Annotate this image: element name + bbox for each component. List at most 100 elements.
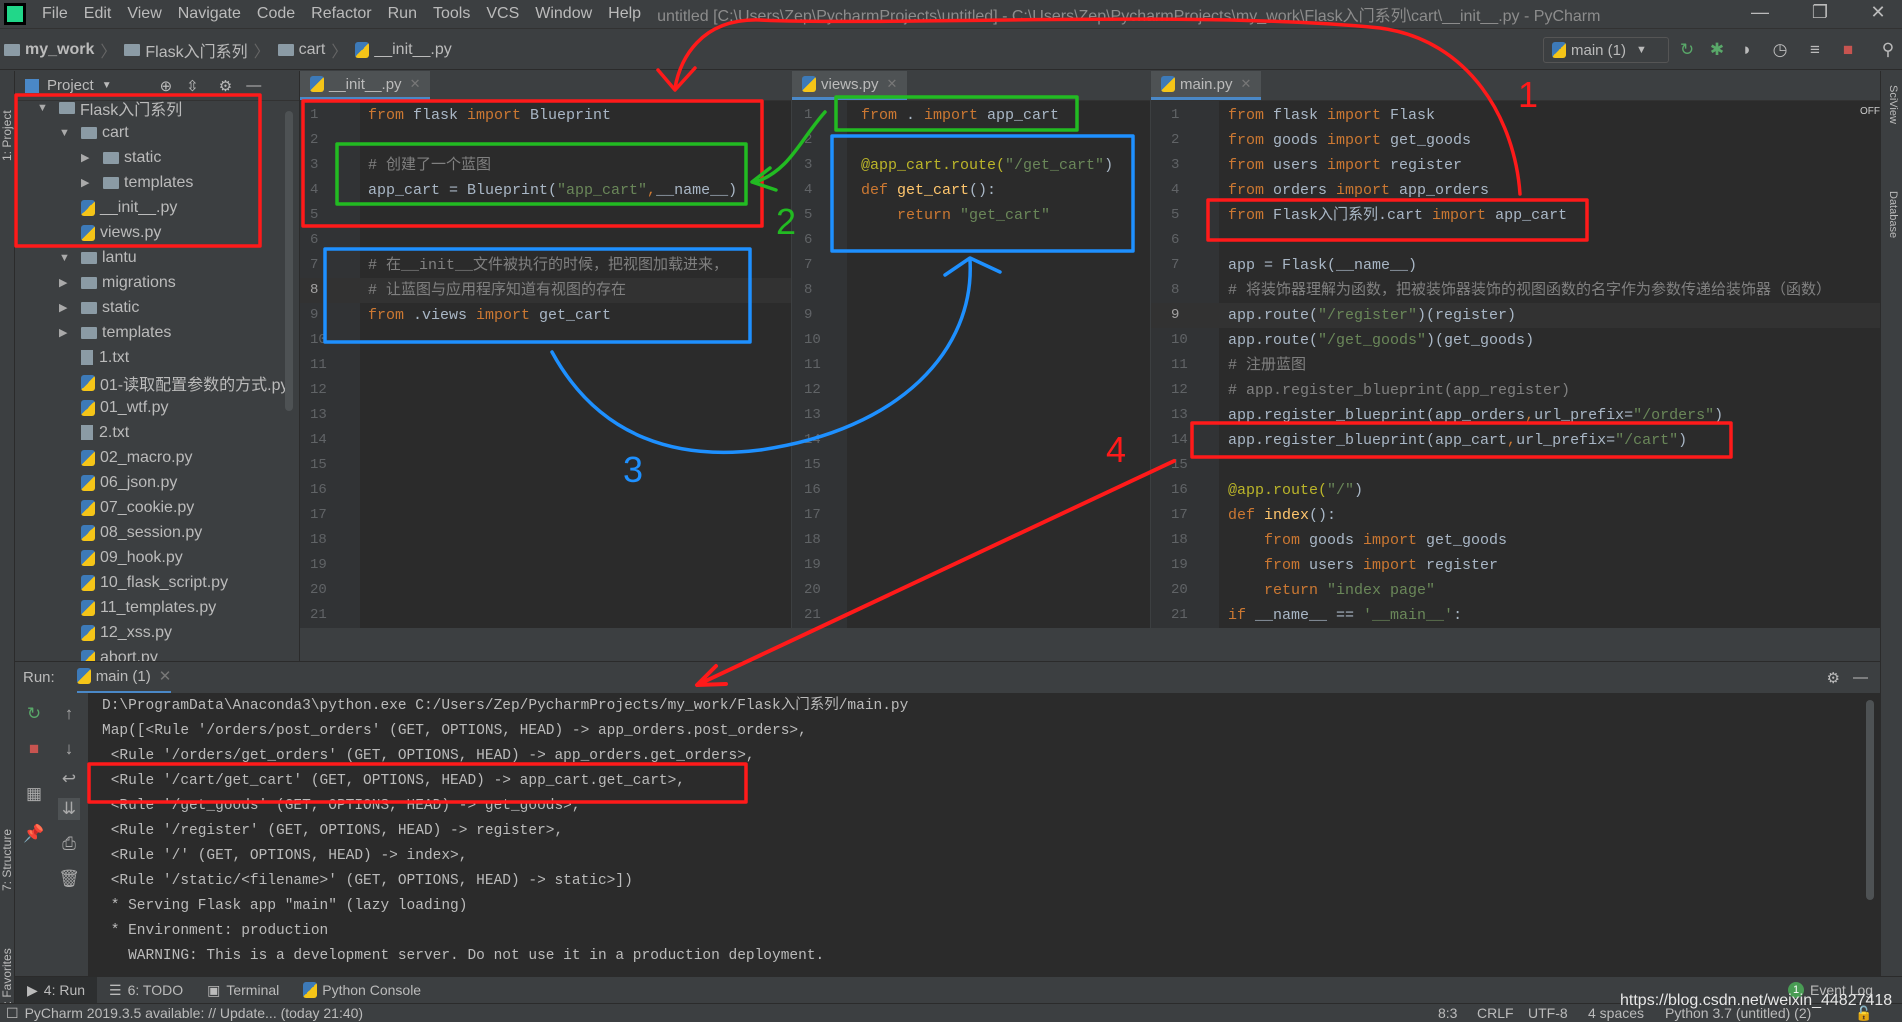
code-line[interactable]: # 将装饰器理解为函数，把被装饰器装饰的视图函数的名字作为参数传递给装饰器（函数…: [1228, 278, 1831, 303]
debug-bug-icon[interactable]: ✱: [1707, 40, 1727, 60]
tab-viewspy[interactable]: views.py ✕: [792, 71, 908, 100]
editor-views-py[interactable]: views.py ✕ 1 2 3 4 5 6 7 8 9 10 11 12 13 14 15 16 17 18 19 20…: [791, 71, 1150, 628]
menu-window[interactable]: Window: [527, 5, 600, 23]
line-separator[interactable]: CRLF: [1477, 1005, 1514, 1021]
gear-icon[interactable]: ⚙: [219, 77, 232, 95]
tool-window-todo[interactable]: ☰ 6: TODO: [97, 977, 195, 1004]
tab-initpy[interactable]: __init__.py ✕: [300, 71, 431, 100]
concurrency-icon[interactable]: ≡: [1805, 40, 1825, 60]
tree-item[interactable]: ▼ Flask入门系列: [37, 95, 182, 120]
code-line[interactable]: @app.route("/"): [1228, 478, 1363, 503]
tree-item[interactable]: 1.txt: [81, 345, 129, 370]
collapsed-arrow-icon[interactable]: ▶: [59, 276, 73, 289]
tree-item[interactable]: 11_templates.py: [81, 595, 216, 620]
expanded-arrow-icon[interactable]: ▼: [59, 127, 73, 139]
code-line[interactable]: from goods import get_goods: [1228, 128, 1471, 153]
code-line[interactable]: # 在__init__文件被执行的时候，把视图加载进来，: [368, 253, 728, 278]
close-tab-icon[interactable]: ✕: [410, 76, 421, 92]
tab-mainpy[interactable]: main.py ✕: [1151, 71, 1262, 100]
sciview-tool-label[interactable]: SciView: [1887, 85, 1899, 124]
trash-icon[interactable]: 🗑: [58, 868, 80, 890]
project-view-selector[interactable]: Project: [47, 77, 94, 94]
breadcrumb-cart[interactable]: cart 〉: [274, 38, 352, 62]
code-line[interactable]: app.register_blueprint(app_cart,url_pref…: [1228, 428, 1687, 453]
code-line[interactable]: app.register_blueprint(app_orders,url_pr…: [1228, 403, 1723, 428]
tree-item[interactable]: ▶ templates: [59, 320, 171, 345]
restore-icon[interactable]: ❐: [1800, 2, 1840, 23]
tree-item[interactable]: 10_flask_script.py: [81, 570, 228, 595]
code-line[interactable]: from flask import Flask: [1228, 103, 1435, 128]
close-tab-icon[interactable]: ✕: [1241, 76, 1252, 92]
expanded-arrow-icon[interactable]: ▼: [59, 252, 73, 264]
code-line[interactable]: return "index page": [1228, 578, 1435, 603]
favorites-tool-label[interactable]: 2: Favorites: [0, 948, 14, 1011]
tree-item[interactable]: 01_wtf.py: [81, 395, 168, 420]
scroll-to-end-icon[interactable]: ⇊: [58, 798, 80, 820]
code-line[interactable]: from orders import app_orders: [1228, 178, 1489, 203]
tool-window-terminal[interactable]: ▣ Terminal: [195, 977, 291, 1004]
tree-item[interactable]: ▶ static: [59, 295, 139, 320]
tree-item[interactable]: 09_hook.py: [81, 545, 183, 570]
collapsed-arrow-icon[interactable]: ▶: [59, 301, 73, 314]
tree-item[interactable]: 01-读取配置参数的方式.py: [81, 370, 288, 395]
run-config-dropdown[interactable]: main (1) ▼: [1543, 37, 1669, 63]
code-line[interactable]: from . import app_cart: [861, 103, 1059, 128]
search-icon[interactable]: ⚲: [1878, 40, 1898, 60]
project-scrollbar[interactable]: [285, 111, 293, 411]
file-encoding[interactable]: UTF-8: [1528, 1005, 1568, 1021]
stop-icon[interactable]: ■: [1838, 40, 1858, 60]
rerun-icon[interactable]: ↻: [1677, 40, 1697, 60]
up-arrow-icon[interactable]: ↑: [58, 703, 80, 725]
project-tool-label[interactable]: 1: Project: [0, 110, 14, 161]
structure-tool-label[interactable]: 7: Structure: [0, 829, 14, 891]
hide-icon[interactable]: —: [1853, 669, 1868, 686]
code-line[interactable]: # 创建了一个蓝图: [368, 153, 491, 178]
layout-icon[interactable]: ▦: [23, 783, 45, 805]
code-line[interactable]: # 让蓝图与应用程序知道有视图的存在: [368, 278, 626, 303]
breadcrumb-my-work[interactable]: my_work 〉: [0, 38, 120, 62]
menu-navigate[interactable]: Navigate: [170, 5, 249, 23]
gear-icon[interactable]: ⚙: [1827, 669, 1840, 687]
code-line[interactable]: def index():: [1228, 503, 1336, 528]
tree-item[interactable]: 08_session.py: [81, 520, 202, 545]
tree-item[interactable]: 12_xss.py: [81, 620, 172, 645]
code-line[interactable]: from users import register: [1228, 153, 1462, 178]
down-arrow-icon[interactable]: ↓: [58, 738, 80, 760]
tree-item[interactable]: 2.txt: [81, 420, 129, 445]
tree-item[interactable]: ▼ lantu: [59, 245, 137, 270]
database-tool-label[interactable]: Database: [1887, 191, 1899, 238]
menu-file[interactable]: File: [34, 5, 76, 23]
menu-run[interactable]: Run: [380, 5, 425, 23]
tree-item[interactable]: __init__.py: [81, 195, 177, 220]
console-scrollbar[interactable]: [1866, 700, 1874, 900]
run-console-output[interactable]: D:\ProgramData\Anaconda3\python.exe C:/U…: [88, 693, 1880, 976]
editor-init-py[interactable]: __init__.py ✕ 1 2 3 4 5 6 7 8 9 10 11 12 13 14 15 16 17 18 1…: [300, 71, 791, 628]
code-line[interactable]: from Flask入门系列.cart import app_cart: [1228, 203, 1567, 228]
code-line[interactable]: # app.register_blueprint(app_register): [1228, 378, 1570, 403]
run-tab-main[interactable]: main (1) ✕: [76, 662, 172, 694]
menu-help[interactable]: Help: [600, 5, 649, 23]
rerun-icon[interactable]: ↻: [23, 703, 45, 725]
collapse-all-icon[interactable]: ⇳: [186, 77, 199, 95]
code-line[interactable]: return "get_cart": [861, 203, 1050, 228]
update-message[interactable]: PyCharm 2019.3.5 available: // Update...…: [25, 1005, 364, 1021]
code-line[interactable]: app.route("/get_goods")(get_goods): [1228, 328, 1534, 353]
coverage-icon[interactable]: ◗: [1737, 40, 1757, 60]
code-line[interactable]: if __name__ == '__main__':: [1228, 603, 1462, 628]
print-icon[interactable]: ⎙: [58, 833, 80, 855]
code-line[interactable]: @app_cart.route("/get_cart"): [861, 153, 1113, 178]
minimize-icon[interactable]: —: [1740, 2, 1780, 23]
hide-icon[interactable]: —: [246, 77, 261, 94]
code-line[interactable]: app = Flask(__name__): [1228, 253, 1417, 278]
tree-item[interactable]: 02_macro.py: [81, 445, 193, 470]
menu-refactor[interactable]: Refactor: [303, 5, 379, 23]
tree-item[interactable]: views.py: [81, 220, 161, 245]
tool-window-run[interactable]: ▶ 4: Run: [15, 976, 98, 1004]
code-line[interactable]: from goods import get_goods: [1228, 528, 1507, 553]
menu-tools[interactable]: Tools: [425, 5, 478, 23]
code-line[interactable]: from flask import Blueprint: [368, 103, 611, 128]
menu-code[interactable]: Code: [249, 5, 303, 23]
expanded-arrow-icon[interactable]: ▼: [37, 102, 51, 114]
tree-item[interactable]: ▶ templates: [81, 170, 193, 195]
soft-wrap-icon[interactable]: ↩: [58, 768, 80, 790]
